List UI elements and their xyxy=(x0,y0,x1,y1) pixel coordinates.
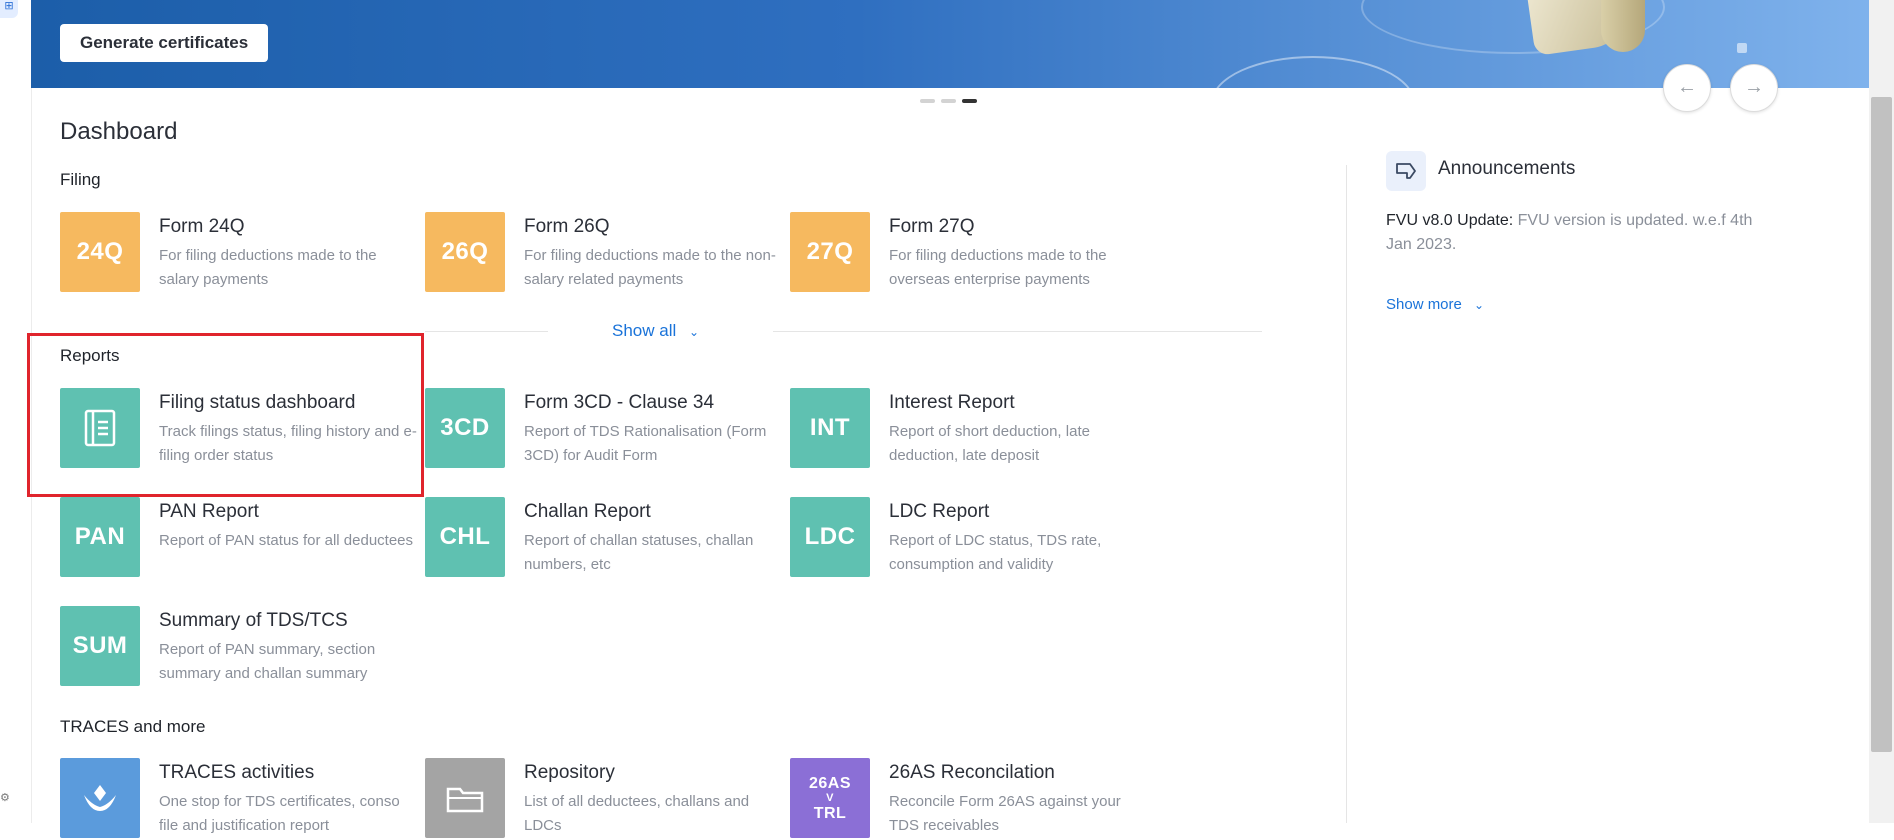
tile-desc: Report of LDC status, TDS rate, consumpt… xyxy=(889,532,1102,573)
tile-form-27q[interactable]: 27Q Form 27Q For filing deductions made … xyxy=(790,212,1150,294)
tile-traces-activities[interactable]: TRACES activities One stop for TDS certi… xyxy=(60,758,420,840)
chevron-down-icon: ⌄ xyxy=(689,325,700,339)
carousel-indicators xyxy=(920,99,977,103)
megaphone-icon-svg xyxy=(1396,163,1416,179)
folder-icon-svg xyxy=(446,787,484,813)
banner-decoration xyxy=(1211,56,1415,88)
tile-desc: For filing deductions made to the overse… xyxy=(889,247,1107,288)
tile-26as-reconcilation[interactable]: 26AS V TRL 26AS Reconcilation Reconcile … xyxy=(790,758,1150,840)
tile-summary-tds-tcs[interactable]: SUM Summary of TDS/TCS Report of PAN sum… xyxy=(60,606,420,688)
tile-name: Repository xyxy=(524,762,615,783)
tile-desc: One stop for TDS certificates, conso fil… xyxy=(159,793,400,834)
generate-certificates-button[interactable]: Generate certificates xyxy=(60,24,269,62)
arrow-left-icon: ← xyxy=(1677,76,1697,98)
icon-text-top: 26AS xyxy=(808,774,852,792)
announcement-label: FVU v8.0 Update: xyxy=(1386,212,1514,229)
banner-decoration xyxy=(1737,43,1747,53)
show-more-label: Show more xyxy=(1386,296,1462,313)
scrollbar-thumb[interactable] xyxy=(1871,97,1892,752)
tile-name: Form 27Q xyxy=(889,216,975,237)
tile-name: LDC Report xyxy=(889,501,990,522)
icon-text-bottom: TRL xyxy=(813,804,847,822)
tile-form-24q[interactable]: 24Q Form 24Q For filing deductions made … xyxy=(60,212,420,294)
tile-desc: For filing deductions made to the non-sa… xyxy=(524,247,776,288)
form-26q-icon: 26Q xyxy=(425,212,505,292)
tile-interest-report[interactable]: INT Interest Report Report of short dedu… xyxy=(790,388,1150,470)
settings-icon[interactable]: ⚙ xyxy=(0,792,12,804)
divider xyxy=(773,331,1262,332)
tile-name: Form 24Q xyxy=(159,216,245,237)
interest-report-icon: INT xyxy=(790,388,870,468)
form-24q-icon: 24Q xyxy=(60,212,140,292)
tile-name: Summary of TDS/TCS xyxy=(159,610,348,631)
tile-pan-report[interactable]: PAN PAN Report Report of PAN status for … xyxy=(60,497,420,579)
traces-logo-icon xyxy=(60,758,140,838)
tile-name: Challan Report xyxy=(524,501,651,522)
tile-name: PAN Report xyxy=(159,501,259,522)
tile-name: Form 3CD - Clause 34 xyxy=(524,392,715,413)
pan-report-icon: PAN xyxy=(60,497,140,577)
traces-logo-svg xyxy=(84,785,116,811)
tile-desc: Report of TDS Rationalisation (Form 3CD)… xyxy=(524,423,767,464)
section-title-traces: TRACES and more xyxy=(60,717,206,736)
show-all-link[interactable]: Show all ⌄ xyxy=(612,321,699,341)
carousel-dot[interactable] xyxy=(941,99,956,103)
carousel-dot[interactable] xyxy=(920,99,935,103)
show-more-link[interactable]: Show more ⌄ xyxy=(1386,296,1484,313)
tile-desc: For filing deductions made to the salary… xyxy=(159,247,377,288)
tile-name: 26AS Reconcilation xyxy=(889,762,1055,783)
tile-form-3cd[interactable]: 3CD Form 3CD - Clause 34 Report of TDS R… xyxy=(425,388,785,470)
tile-form-26q[interactable]: 26Q Form 26Q For filing deductions made … xyxy=(425,212,785,294)
panel-divider xyxy=(1346,165,1347,823)
announcements-title: Announcements xyxy=(1438,158,1576,179)
megaphone-icon xyxy=(1386,151,1426,191)
icon-text-mid: V xyxy=(826,791,834,804)
arrow-right-icon: → xyxy=(1744,76,1764,98)
form-3cd-icon: 3CD xyxy=(425,388,505,468)
section-title-filing: Filing xyxy=(60,170,101,189)
chevron-down-icon: ⌄ xyxy=(1474,298,1485,312)
tile-ldc-report[interactable]: LDC LDC Report Report of LDC status, TDS… xyxy=(790,497,1150,579)
show-all-label: Show all xyxy=(612,321,677,340)
tile-desc: Report of PAN status for all deductees xyxy=(159,532,414,549)
tile-desc: List of all deductees, challans and LDCs xyxy=(524,793,750,834)
carousel-dot-active[interactable] xyxy=(962,99,977,103)
divider xyxy=(425,331,548,332)
summary-icon: SUM xyxy=(60,606,140,686)
tile-name: Form 26Q xyxy=(524,216,610,237)
carousel-next-button[interactable]: → xyxy=(1730,64,1778,112)
ldc-report-icon: LDC xyxy=(790,497,870,577)
page-title: Dashboard xyxy=(60,118,178,145)
tile-challan-report[interactable]: CHL Challan Report Report of challan sta… xyxy=(425,497,785,579)
scroll-illustration-icon xyxy=(1601,0,1645,52)
tile-desc: Reconcile Form 26AS against your TDS rec… xyxy=(889,793,1121,834)
reconcile-26as-icon: 26AS V TRL xyxy=(790,758,870,838)
challan-report-icon: CHL xyxy=(425,497,505,577)
highlight-box xyxy=(27,333,424,497)
announcement-item: FVU v8.0 Update: FVU version is updated.… xyxy=(1386,209,1776,257)
folder-icon xyxy=(425,758,505,838)
form-27q-icon: 27Q xyxy=(790,212,870,292)
tile-desc: Report of PAN summary, section summary a… xyxy=(159,641,376,682)
tile-desc: Report of challan statuses, challan numb… xyxy=(524,532,754,573)
tile-desc: Report of short deduction, late deductio… xyxy=(889,423,1090,464)
app-menu-icon[interactable]: ⊞ xyxy=(0,0,18,18)
promo-banner: Generate certificates xyxy=(31,0,1869,88)
tile-name: Interest Report xyxy=(889,392,1015,413)
tile-name: TRACES activities xyxy=(159,762,315,783)
tile-repository[interactable]: Repository List of all deductees, challa… xyxy=(425,758,785,840)
carousel-prev-button[interactable]: ← xyxy=(1663,64,1711,112)
